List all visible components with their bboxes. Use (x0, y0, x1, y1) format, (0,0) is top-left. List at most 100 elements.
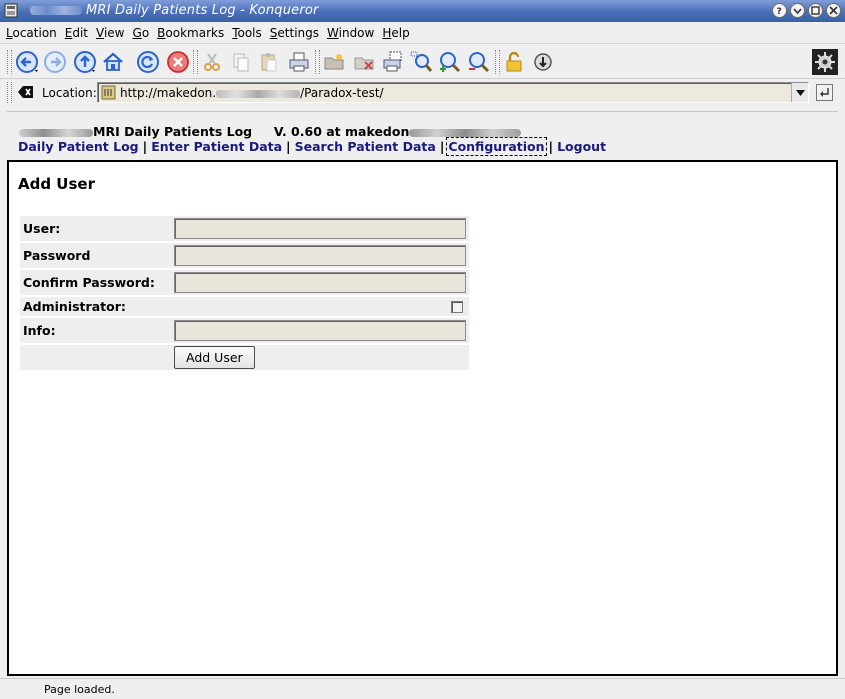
info-input[interactable] (174, 320, 466, 341)
menu-window-rest: indow (338, 26, 375, 40)
toolbar-grip-3[interactable] (315, 50, 320, 74)
main-toolbar (0, 45, 845, 79)
add-user-button[interactable]: Add User (174, 346, 255, 369)
location-label: Location: (42, 86, 97, 100)
go-button[interactable] (816, 84, 833, 101)
password-field-cell (171, 243, 469, 268)
password-label: Password (20, 243, 171, 268)
app-menu-icon[interactable] (4, 3, 18, 18)
user-field-cell (171, 216, 469, 241)
form-row-administrator: Administrator: (20, 297, 469, 316)
url-redacted-mask (216, 89, 301, 98)
menu-go-rest: o (141, 26, 150, 40)
window-titlebar[interactable]: MRI Daily Patients Log - Konqueror ? (0, 0, 845, 22)
menu-bookmarks[interactable]: Bookmarks (157, 26, 224, 40)
url-prefix: http://makedon. (120, 86, 217, 100)
form-row-info: Info: (20, 318, 469, 343)
reload-icon[interactable] (135, 49, 161, 75)
print-icon[interactable] (286, 49, 312, 75)
zoom-in-icon[interactable] (437, 49, 463, 75)
toolbar-grip-2[interactable] (193, 50, 198, 74)
administrator-checkbox[interactable] (451, 300, 463, 313)
nav-separator: | (439, 139, 445, 154)
cut-icon[interactable] (199, 49, 225, 75)
user-label: User: (20, 216, 171, 241)
form-row-password: Password (20, 243, 469, 268)
paste-icon[interactable] (256, 49, 282, 75)
menu-edit[interactable]: Edit (65, 26, 88, 40)
confirm-password-input[interactable] (174, 272, 466, 293)
menu-window[interactable]: Window (327, 26, 374, 40)
chevron-down-icon (795, 89, 805, 96)
info-field-cell (171, 318, 469, 343)
site-nav: Daily Patient Log | Enter Patient Data | Sea… (18, 137, 606, 156)
page-content: Add User User: Password Confirm Password… (7, 160, 838, 676)
menu-help[interactable]: Help (382, 26, 409, 40)
konqueror-gear-icon[interactable] (812, 49, 838, 75)
up-icon[interactable] (72, 49, 98, 75)
menu-settings[interactable]: Settings (270, 26, 319, 40)
location-history-dropdown[interactable] (791, 83, 808, 102)
form-row-confirm-password: Confirm Password: (20, 270, 469, 295)
download-icon[interactable] (530, 49, 556, 75)
password-input[interactable] (174, 245, 466, 266)
nav-separator: | (142, 139, 148, 154)
site-title: MRI Daily Patients Log V. 0.60 at makedo… (19, 124, 522, 139)
menu-location[interactable]: Location (6, 26, 57, 40)
help-icon[interactable]: ? (772, 3, 787, 18)
add-user-form: User: Password Confirm Password: Adminis… (20, 214, 469, 372)
confirm-password-label: Confirm Password: (20, 270, 171, 295)
toolbar-grip-4[interactable] (495, 50, 500, 74)
info-label: Info: (20, 318, 171, 343)
site-name-redacted-mask (19, 128, 93, 137)
status-bar: Page loaded. (0, 678, 845, 699)
clear-location-icon[interactable] (18, 85, 34, 102)
host-redacted-mask (409, 128, 522, 137)
nav-daily-patient-log[interactable]: Daily Patient Log (18, 139, 139, 154)
print-frame-icon[interactable] (380, 49, 406, 75)
menu-settings-rest: ettings (277, 26, 320, 40)
menu-bar: Location Edit View Go Bookmarks Tools Se… (0, 23, 845, 44)
delete-icon[interactable] (351, 49, 377, 75)
location-grip[interactable] (7, 82, 12, 103)
submit-cell: Add User (171, 345, 469, 370)
maximize-icon[interactable] (808, 3, 823, 18)
form-row-submit: Add User (20, 345, 469, 370)
back-icon[interactable] (14, 49, 40, 75)
nav-logout[interactable]: Logout (557, 139, 606, 154)
site-version: V. 0.60 at makedon (273, 124, 410, 139)
nav-enter-patient-data[interactable]: Enter Patient Data (151, 139, 282, 154)
menu-go[interactable]: Go (133, 26, 150, 40)
shade-icon[interactable] (790, 3, 805, 18)
menu-edit-rest: dit (72, 26, 89, 40)
administrator-field-cell (171, 297, 469, 316)
url-suffix: /Paradox-test/ (300, 86, 384, 100)
home-icon[interactable] (100, 49, 126, 75)
menu-location-rest: ocation (12, 26, 57, 40)
administrator-label: Administrator: (20, 297, 171, 316)
new-folder-icon[interactable] (321, 49, 347, 75)
site-favicon-icon (101, 85, 116, 103)
user-input[interactable] (174, 218, 466, 239)
svg-text:?: ? (777, 7, 782, 15)
toolbar-grip[interactable] (7, 50, 12, 74)
nav-separator: | (548, 139, 554, 154)
stop-icon[interactable] (165, 49, 191, 75)
security-lock-icon[interactable] (501, 49, 527, 75)
nav-configuration[interactable]: Configuration (446, 137, 547, 156)
location-input[interactable]: http://makedon. /Paradox-test/ (97, 82, 809, 103)
close-icon[interactable] (826, 3, 841, 18)
nav-separator: | (286, 139, 291, 154)
menu-tools[interactable]: Tools (232, 26, 262, 40)
copy-icon[interactable] (228, 49, 254, 75)
forward-icon[interactable] (42, 49, 68, 75)
nav-search-patient-data[interactable]: Search Patient Data (295, 139, 436, 154)
menu-view[interactable]: View (96, 26, 124, 40)
site-title-text: MRI Daily Patients Log (93, 124, 253, 139)
location-toolbar: Location: http://makedon. /Paradox-test/ (0, 80, 845, 106)
zoom-out-icon[interactable] (466, 49, 492, 75)
zoom-icon[interactable] (408, 49, 434, 75)
title-redacted-mask (30, 6, 82, 15)
window-title: MRI Daily Patients Log - Konqueror (86, 3, 319, 18)
confirm-password-field-cell (171, 270, 469, 295)
